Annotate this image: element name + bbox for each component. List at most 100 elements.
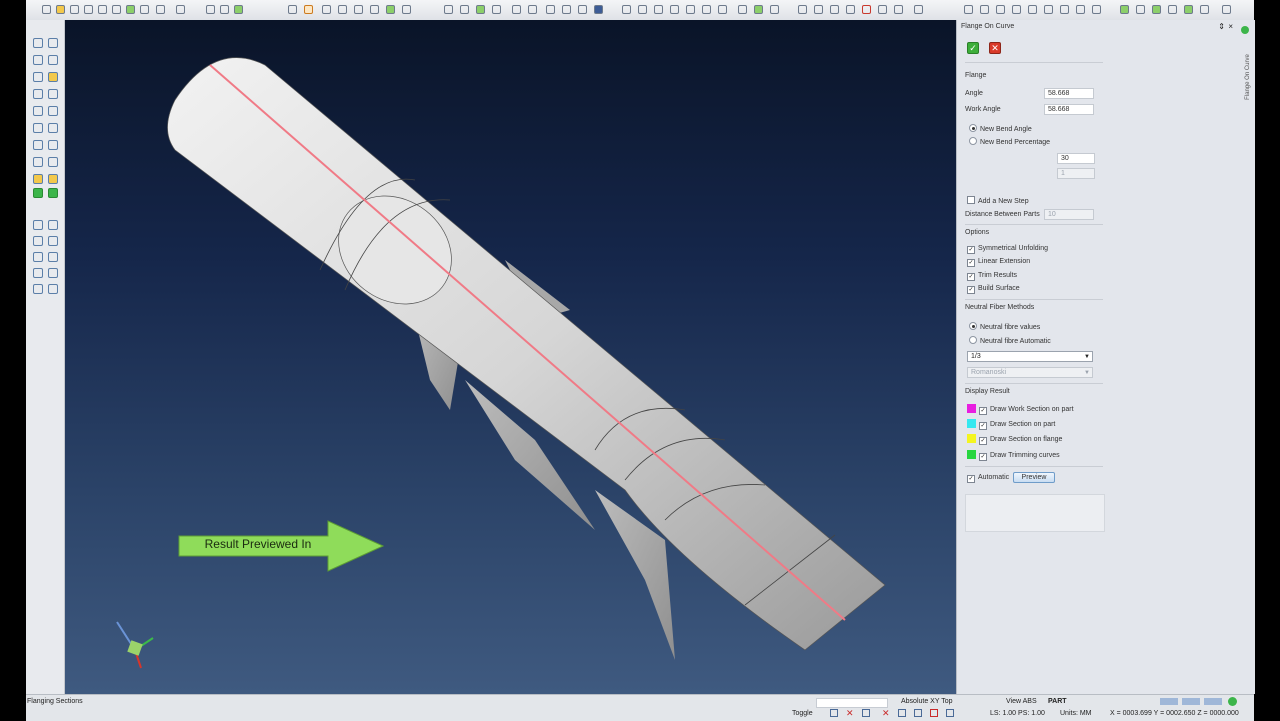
toggle-layer-icon[interactable] — [946, 709, 954, 717]
import-icon[interactable] — [126, 5, 135, 14]
unfold-icon[interactable] — [48, 174, 58, 184]
tool-a-icon[interactable] — [964, 5, 973, 14]
trim-icon[interactable] — [702, 5, 711, 14]
zoom-icon[interactable] — [476, 5, 485, 14]
split-icon[interactable] — [48, 140, 58, 150]
color-swatch[interactable] — [967, 404, 976, 413]
toggle-label[interactable]: Toggle — [792, 710, 813, 717]
view-mode[interactable]: Absolute XY Top — [901, 698, 953, 705]
neutral-select[interactable]: 1/3 ▼ — [967, 351, 1093, 362]
open-file-icon[interactable] — [56, 5, 65, 14]
tool-o-icon[interactable] — [1200, 5, 1209, 14]
align-icon[interactable] — [894, 5, 903, 14]
radio-neutral-values[interactable]: Neutral fibre values — [969, 322, 1040, 331]
vector-icon[interactable] — [33, 252, 43, 262]
color-swatch[interactable] — [967, 419, 976, 428]
radio-neutral-auto[interactable]: Neutral fibre Automatic — [969, 336, 1051, 345]
measure-icon[interactable] — [512, 5, 521, 14]
extend-icon[interactable] — [718, 5, 727, 14]
edge-icon[interactable] — [33, 268, 43, 278]
snap-icon[interactable] — [546, 5, 555, 14]
view-top-icon[interactable] — [354, 5, 363, 14]
disp-work-section[interactable]: ✓ Draw Work Section on part — [967, 404, 1074, 415]
cube-icon[interactable] — [578, 5, 587, 14]
toggle-x-icon[interactable]: ✕ — [846, 708, 854, 719]
preview-button[interactable]: Preview — [1013, 472, 1055, 483]
redo-icon[interactable] — [220, 5, 229, 14]
pointer-icon[interactable] — [562, 5, 571, 14]
axis-icon[interactable] — [33, 236, 43, 246]
loft-icon[interactable] — [48, 106, 58, 116]
ok-check-icon[interactable]: ✓ — [967, 42, 979, 54]
move-icon[interactable] — [878, 5, 887, 14]
shade-icon[interactable] — [386, 5, 395, 14]
shell-icon[interactable] — [33, 140, 43, 150]
angle-field[interactable]: 58.668 — [1044, 88, 1094, 99]
tool-n-icon[interactable] — [1184, 5, 1193, 14]
tool-b-icon[interactable] — [980, 5, 989, 14]
layer-icon[interactable] — [288, 5, 297, 14]
vector-b-icon[interactable] — [48, 252, 58, 262]
percentage-stepper[interactable]: 30 — [1057, 153, 1095, 164]
work-angle-field[interactable]: 58.668 — [1044, 104, 1094, 115]
3d-viewport[interactable] — [65, 20, 956, 694]
tool-g-icon[interactable] — [1060, 5, 1069, 14]
toggle-x2-icon[interactable]: ✕ — [882, 708, 890, 719]
node-icon[interactable] — [33, 220, 43, 230]
view-abs[interactable]: View ABS — [1006, 698, 1037, 705]
bend-icon[interactable] — [33, 174, 43, 184]
color-swatch[interactable] — [967, 434, 976, 443]
frame-b-icon[interactable] — [48, 284, 58, 294]
toggle-snap-icon[interactable] — [862, 709, 870, 717]
view-side-icon[interactable] — [338, 5, 347, 14]
opt-build-checkbox[interactable]: ✓ Build Surface — [967, 285, 1020, 294]
array-icon[interactable] — [846, 5, 855, 14]
radio-new-bend-angle[interactable]: New Bend Angle — [969, 124, 1032, 133]
status-input[interactable] — [816, 698, 888, 708]
undo-icon[interactable] — [206, 5, 215, 14]
mesh-icon[interactable] — [770, 5, 779, 14]
pin-icon[interactable]: ⇕ — [1218, 22, 1225, 31]
transform-icon[interactable] — [798, 5, 807, 14]
copy-icon[interactable] — [98, 5, 107, 14]
add-step-checkbox[interactable]: Add a New Step — [967, 196, 1029, 205]
window-icon[interactable] — [304, 5, 313, 14]
tool-m-icon[interactable] — [1168, 5, 1177, 14]
point-icon[interactable] — [33, 38, 43, 48]
line-icon[interactable] — [622, 5, 631, 14]
select-icon[interactable] — [176, 5, 185, 14]
cancel-x-icon[interactable]: ✕ — [989, 42, 1001, 54]
surface-icon[interactable] — [754, 5, 763, 14]
offset-icon[interactable] — [686, 5, 695, 14]
axis-b-icon[interactable] — [48, 236, 58, 246]
paste-icon[interactable] — [112, 5, 121, 14]
color-swatch[interactable] — [967, 450, 976, 459]
radio-new-bend-percentage[interactable]: New Bend Percentage — [969, 137, 1050, 146]
tool-j-icon[interactable] — [1120, 5, 1129, 14]
settings-icon[interactable] — [156, 5, 165, 14]
scale-icon[interactable] — [830, 5, 839, 14]
save-icon[interactable] — [70, 5, 79, 14]
view-front-icon[interactable] — [322, 5, 331, 14]
spline-icon[interactable] — [670, 5, 679, 14]
status-indicator-2[interactable] — [1182, 698, 1200, 705]
part-label[interactable]: PART — [1048, 698, 1067, 705]
tool-e-icon[interactable] — [1028, 5, 1037, 14]
tool-p-icon[interactable] — [1222, 5, 1231, 14]
arc-icon[interactable] — [638, 5, 647, 14]
frame-icon[interactable] — [33, 284, 43, 294]
disp-trimming[interactable]: ✓ Draw Trimming curves — [967, 450, 1060, 461]
secondary-stepper[interactable]: 1 — [1057, 168, 1095, 179]
opt-symmetrical-checkbox[interactable]: ✓ Symmetrical Unfolding — [967, 245, 1048, 254]
chamfer-icon[interactable] — [48, 123, 58, 133]
pan-icon[interactable] — [460, 5, 469, 14]
opt-linear-checkbox[interactable]: ✓ Linear Extension — [967, 258, 1030, 267]
automatic-checkbox[interactable]: ✓ Automatic — [967, 474, 1009, 483]
mirror-icon[interactable] — [814, 5, 823, 14]
wireframe-icon[interactable] — [402, 5, 411, 14]
polyline-icon[interactable] — [33, 72, 43, 82]
new-file-icon[interactable] — [42, 5, 51, 14]
close-panel-icon[interactable]: × — [1228, 22, 1233, 31]
delete-icon[interactable] — [862, 5, 871, 14]
hem-icon[interactable] — [48, 157, 58, 167]
